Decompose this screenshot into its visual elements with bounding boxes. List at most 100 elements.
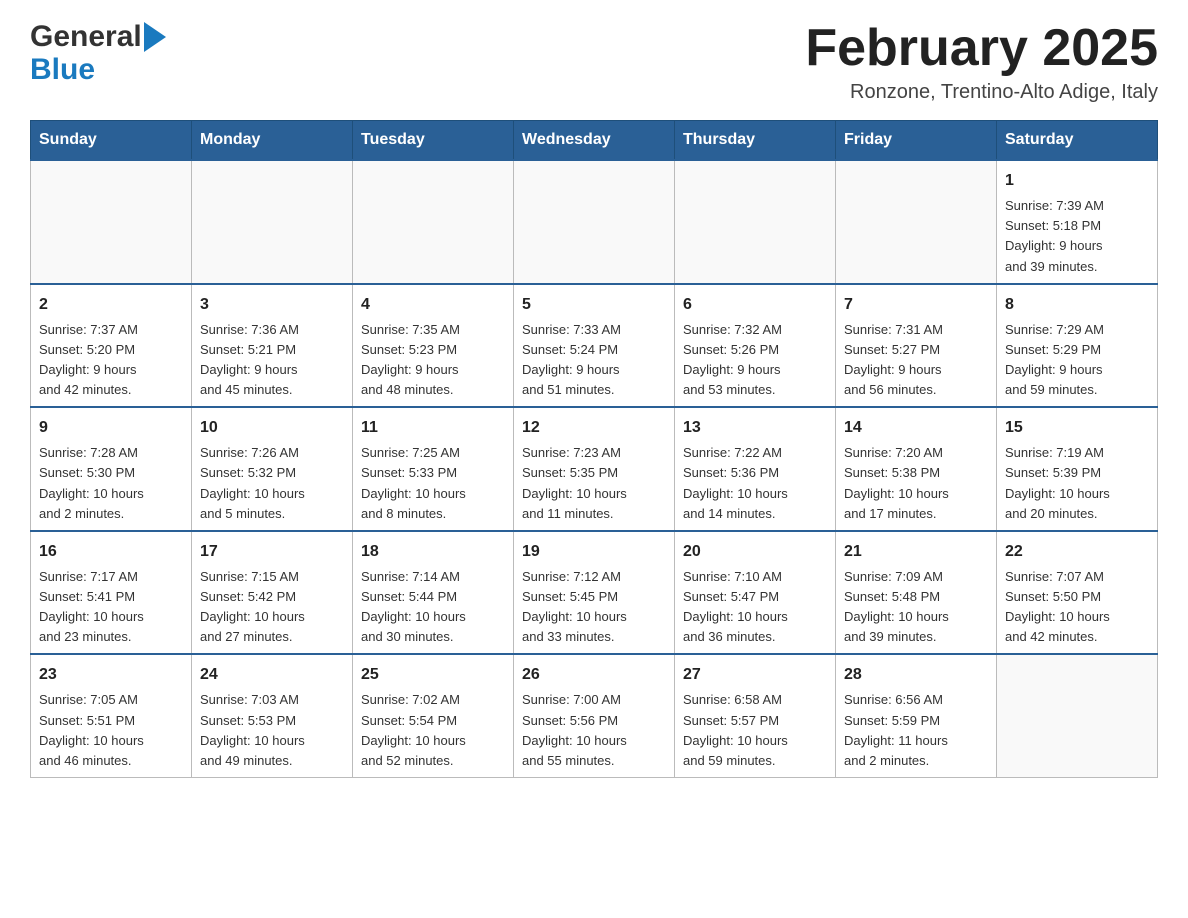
calendar-week-row: 16 Sunrise: 7:17 AM Sunset: 5:41 PM Dayli… [31, 531, 1158, 655]
day-info: Sunrise: 7:07 AM Sunset: 5:50 PM Dayligh… [1005, 567, 1149, 648]
calendar-week-row: 1 Sunrise: 7:39 AM Sunset: 5:18 PM Daylig… [31, 160, 1158, 284]
calendar-cell: 21 Sunrise: 7:09 AM Sunset: 5:48 PM Dayli… [836, 531, 997, 655]
day-info: Sunrise: 7:17 AM Sunset: 5:41 PM Dayligh… [39, 567, 183, 648]
day-info: Sunrise: 7:36 AM Sunset: 5:21 PM Dayligh… [200, 320, 344, 401]
calendar-cell: 20 Sunrise: 7:10 AM Sunset: 5:47 PM Dayli… [675, 531, 836, 655]
calendar-header-saturday: Saturday [997, 121, 1158, 161]
calendar-cell: 1 Sunrise: 7:39 AM Sunset: 5:18 PM Daylig… [997, 160, 1158, 284]
day-info: Sunrise: 7:33 AM Sunset: 5:24 PM Dayligh… [522, 320, 666, 401]
day-number: 17 [200, 540, 344, 564]
logo-arrow-icon [144, 22, 166, 52]
day-info: Sunrise: 7:14 AM Sunset: 5:44 PM Dayligh… [361, 567, 505, 648]
calendar-cell: 3 Sunrise: 7:36 AM Sunset: 5:21 PM Daylig… [192, 284, 353, 408]
day-info: Sunrise: 7:29 AM Sunset: 5:29 PM Dayligh… [1005, 320, 1149, 401]
calendar-cell: 9 Sunrise: 7:28 AM Sunset: 5:30 PM Daylig… [31, 407, 192, 531]
calendar-header-wednesday: Wednesday [514, 121, 675, 161]
day-number: 15 [1005, 416, 1149, 440]
day-info: Sunrise: 7:37 AM Sunset: 5:20 PM Dayligh… [39, 320, 183, 401]
calendar-cell: 6 Sunrise: 7:32 AM Sunset: 5:26 PM Daylig… [675, 284, 836, 408]
calendar-header-thursday: Thursday [675, 121, 836, 161]
day-number: 27 [683, 663, 827, 687]
day-number: 1 [1005, 169, 1149, 193]
calendar-cell: 16 Sunrise: 7:17 AM Sunset: 5:41 PM Dayli… [31, 531, 192, 655]
calendar-cell: 4 Sunrise: 7:35 AM Sunset: 5:23 PM Daylig… [353, 284, 514, 408]
calendar-cell: 11 Sunrise: 7:25 AM Sunset: 5:33 PM Dayli… [353, 407, 514, 531]
day-number: 6 [683, 293, 827, 317]
day-number: 9 [39, 416, 183, 440]
day-info: Sunrise: 7:09 AM Sunset: 5:48 PM Dayligh… [844, 567, 988, 648]
calendar-cell: 8 Sunrise: 7:29 AM Sunset: 5:29 PM Daylig… [997, 284, 1158, 408]
calendar-cell [192, 160, 353, 284]
calendar-cell [836, 160, 997, 284]
calendar-cell: 15 Sunrise: 7:19 AM Sunset: 5:39 PM Dayli… [997, 407, 1158, 531]
calendar-cell: 23Sunrise: 7:05 AM Sunset: 5:51 PM Dayli… [31, 654, 192, 777]
calendar-cell: 2 Sunrise: 7:37 AM Sunset: 5:20 PM Daylig… [31, 284, 192, 408]
calendar-cell: 10 Sunrise: 7:26 AM Sunset: 5:32 PM Dayli… [192, 407, 353, 531]
calendar-week-row: 2 Sunrise: 7:37 AM Sunset: 5:20 PM Daylig… [31, 284, 1158, 408]
calendar-week-row: 9 Sunrise: 7:28 AM Sunset: 5:30 PM Daylig… [31, 407, 1158, 531]
calendar-header-row: SundayMondayTuesdayWednesdayThursdayFrid… [31, 121, 1158, 161]
calendar-cell [997, 654, 1158, 777]
calendar-cell: 24 Sunrise: 7:03 AM Sunset: 5:53 PM Dayli… [192, 654, 353, 777]
day-info: Sunrise: 7:25 AM Sunset: 5:33 PM Dayligh… [361, 443, 505, 524]
day-info: Sunrise: 7:23 AM Sunset: 5:35 PM Dayligh… [522, 443, 666, 524]
calendar-cell: 14 Sunrise: 7:20 AM Sunset: 5:38 PM Dayli… [836, 407, 997, 531]
day-info: Sunrise: 7:32 AM Sunset: 5:26 PM Dayligh… [683, 320, 827, 401]
day-info: Sunrise: 7:19 AM Sunset: 5:39 PM Dayligh… [1005, 443, 1149, 524]
calendar-week-row: 23Sunrise: 7:05 AM Sunset: 5:51 PM Dayli… [31, 654, 1158, 777]
day-number: 21 [844, 540, 988, 564]
day-number: 11 [361, 416, 505, 440]
day-info: Sunrise: 7:03 AM Sunset: 5:53 PM Dayligh… [200, 690, 344, 771]
calendar-cell: 25 Sunrise: 7:02 AM Sunset: 5:54 PM Dayli… [353, 654, 514, 777]
day-number: 5 [522, 293, 666, 317]
calendar-cell: 13 Sunrise: 7:22 AM Sunset: 5:36 PM Dayli… [675, 407, 836, 531]
day-number: 19 [522, 540, 666, 564]
day-info: Sunrise: 7:35 AM Sunset: 5:23 PM Dayligh… [361, 320, 505, 401]
calendar-cell [31, 160, 192, 284]
calendar-header-tuesday: Tuesday [353, 121, 514, 161]
calendar-cell: 17Sunrise: 7:15 AM Sunset: 5:42 PM Dayli… [192, 531, 353, 655]
location-subtitle: Ronzone, Trentino-Alto Adige, Italy [805, 81, 1158, 104]
day-number: 20 [683, 540, 827, 564]
day-info: Sunrise: 7:12 AM Sunset: 5:45 PM Dayligh… [522, 567, 666, 648]
calendar-cell: 22Sunrise: 7:07 AM Sunset: 5:50 PM Dayli… [997, 531, 1158, 655]
day-info: Sunrise: 7:22 AM Sunset: 5:36 PM Dayligh… [683, 443, 827, 524]
day-number: 2 [39, 293, 183, 317]
calendar-table: SundayMondayTuesdayWednesdayThursdayFrid… [30, 120, 1158, 778]
month-title: February 2025 [805, 20, 1158, 77]
day-number: 16 [39, 540, 183, 564]
day-info: Sunrise: 6:58 AM Sunset: 5:57 PM Dayligh… [683, 690, 827, 771]
day-number: 8 [1005, 293, 1149, 317]
day-info: Sunrise: 7:39 AM Sunset: 5:18 PM Dayligh… [1005, 196, 1149, 277]
day-number: 3 [200, 293, 344, 317]
title-section: February 2025 Ronzone, Trentino-Alto Adi… [805, 20, 1158, 104]
day-number: 7 [844, 293, 988, 317]
logo-blue-text: Blue [30, 53, 166, 86]
day-info: Sunrise: 7:20 AM Sunset: 5:38 PM Dayligh… [844, 443, 988, 524]
day-info: Sunrise: 7:28 AM Sunset: 5:30 PM Dayligh… [39, 443, 183, 524]
day-info: Sunrise: 7:26 AM Sunset: 5:32 PM Dayligh… [200, 443, 344, 524]
day-number: 26 [522, 663, 666, 687]
day-info: Sunrise: 7:02 AM Sunset: 5:54 PM Dayligh… [361, 690, 505, 771]
day-info: Sunrise: 7:31 AM Sunset: 5:27 PM Dayligh… [844, 320, 988, 401]
calendar-cell: 5 Sunrise: 7:33 AM Sunset: 5:24 PM Daylig… [514, 284, 675, 408]
day-number: 13 [683, 416, 827, 440]
day-info: Sunrise: 7:10 AM Sunset: 5:47 PM Dayligh… [683, 567, 827, 648]
day-number: 10 [200, 416, 344, 440]
calendar-cell: 26 Sunrise: 7:00 AM Sunset: 5:56 PM Dayli… [514, 654, 675, 777]
calendar-header-sunday: Sunday [31, 121, 192, 161]
day-info: Sunrise: 7:05 AM Sunset: 5:51 PM Dayligh… [39, 690, 183, 771]
day-number: 4 [361, 293, 505, 317]
day-number: 24 [200, 663, 344, 687]
calendar-cell [353, 160, 514, 284]
calendar-cell [675, 160, 836, 284]
day-number: 14 [844, 416, 988, 440]
logo: General Blue [30, 20, 166, 86]
calendar-cell: 12Sunrise: 7:23 AM Sunset: 5:35 PM Dayli… [514, 407, 675, 531]
page-header: General Blue February 2025 Ronzone, Tren… [30, 20, 1158, 104]
day-number: 28 [844, 663, 988, 687]
day-number: 25 [361, 663, 505, 687]
calendar-cell: 7 Sunrise: 7:31 AM Sunset: 5:27 PM Daylig… [836, 284, 997, 408]
day-info: Sunrise: 6:56 AM Sunset: 5:59 PM Dayligh… [844, 690, 988, 771]
day-info: Sunrise: 7:00 AM Sunset: 5:56 PM Dayligh… [522, 690, 666, 771]
